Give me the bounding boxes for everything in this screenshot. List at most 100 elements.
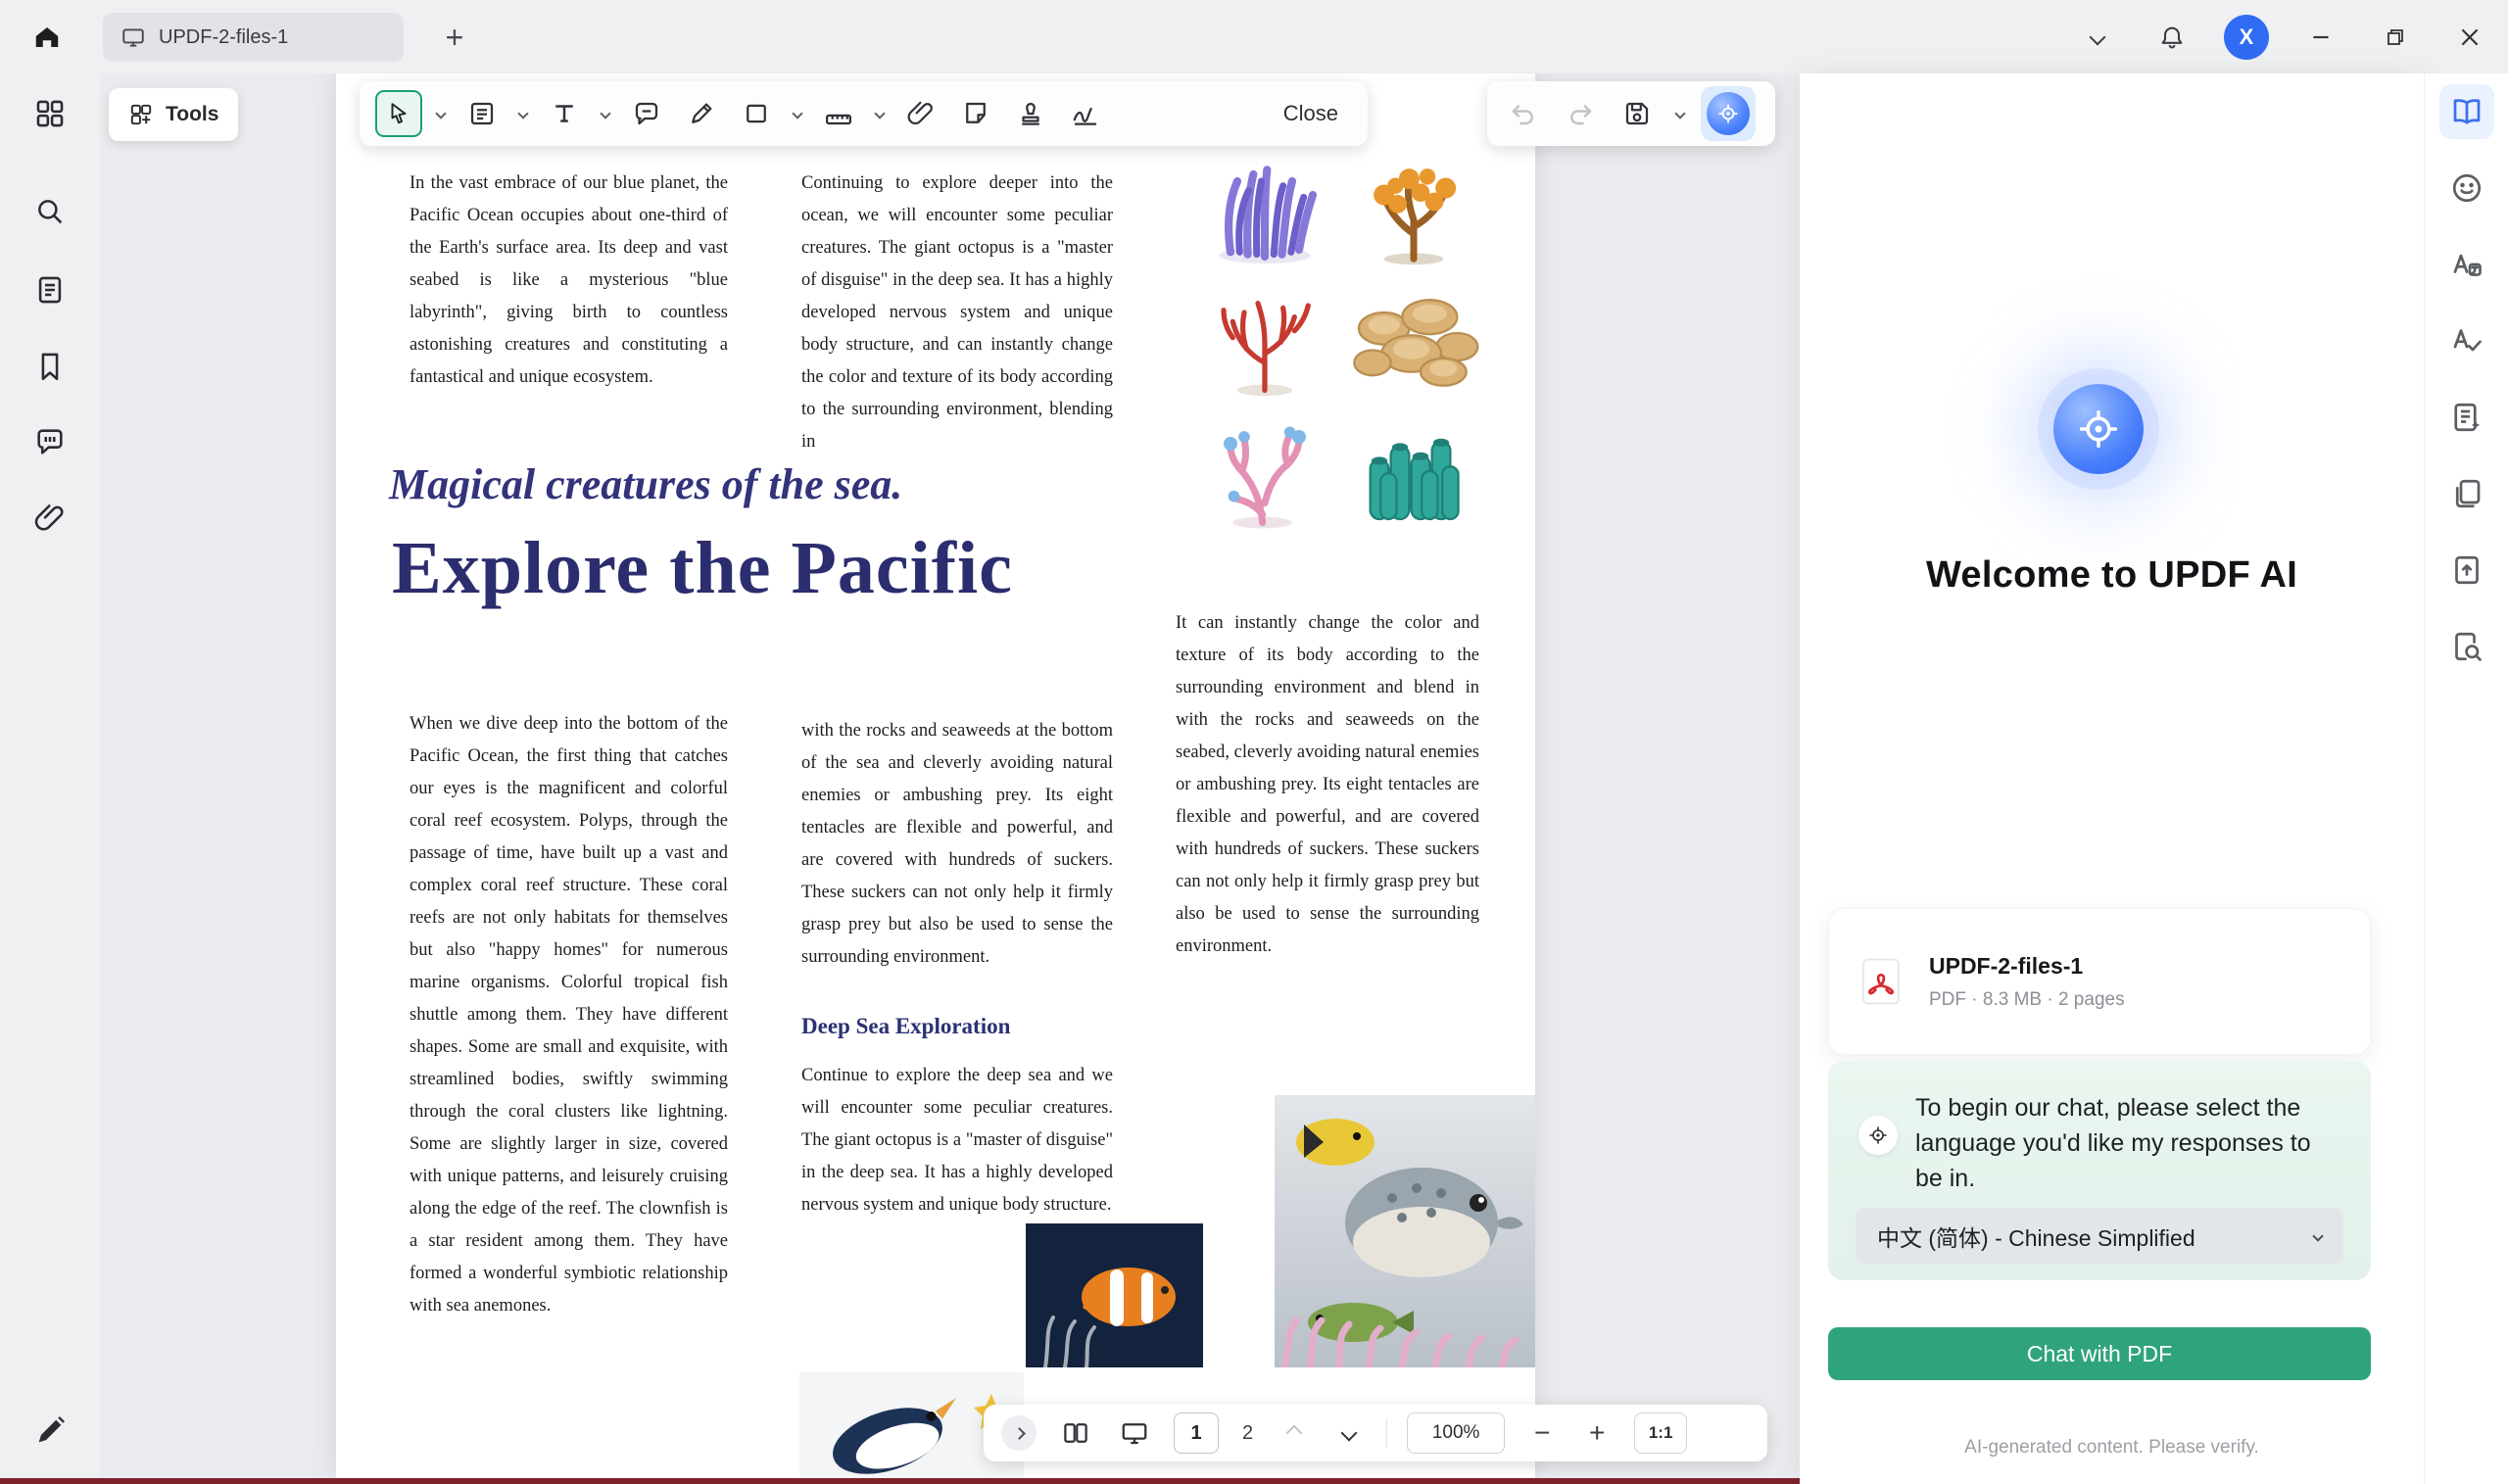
document-viewport[interactable]: In the vast embrace of our blue planet, … [100, 73, 1800, 1484]
save-options-chevron[interactable] [1671, 110, 1689, 118]
zoom-level-input[interactable]: 100% [1407, 1412, 1505, 1454]
text-tool-chevron[interactable] [597, 110, 614, 118]
document-icon [33, 273, 67, 307]
sidebar-item-summarize[interactable] [2439, 390, 2494, 445]
title-bar: UPDF-2-files-1 + X [0, 0, 2508, 73]
page-layout-button[interactable] [1056, 1413, 1095, 1453]
sidebar-item-bookmarks[interactable] [26, 343, 73, 390]
coral-photo-pink-blue [1196, 412, 1333, 530]
text-icon [550, 99, 579, 128]
comment-tool-button[interactable] [624, 91, 669, 136]
history-save-toolbar [1487, 81, 1775, 146]
coral-photo-red-branch [1196, 281, 1333, 399]
coral-photo-teal-tubes [1345, 412, 1482, 530]
actual-size-label: 1:1 [1649, 1423, 1673, 1443]
sidebar-item-reader[interactable] [2439, 84, 2494, 139]
minimize-icon [2308, 24, 2334, 50]
document-search-icon [2449, 629, 2484, 664]
sidebar-item-pen-tool[interactable] [26, 1408, 73, 1455]
file-meta: PDF · 8.3 MB · 2 pages [1929, 989, 2125, 1011]
stamp-tool-button[interactable] [1008, 91, 1053, 136]
measure-tool-chevron[interactable] [871, 110, 889, 118]
restore-window-button[interactable] [2373, 15, 2418, 60]
sidebar-item-attachments[interactable] [26, 495, 73, 542]
save-button[interactable] [1615, 91, 1660, 136]
avatar-letter: X [2240, 24, 2254, 50]
sidebar-item-comments[interactable] [26, 418, 73, 465]
presentation-button[interactable] [1115, 1413, 1154, 1453]
bookmark-icon [33, 350, 67, 383]
sticker-tool-button[interactable] [953, 91, 998, 136]
chat-with-pdf-button[interactable]: Chat with PDF [1828, 1327, 2371, 1380]
previous-page-button[interactable] [1277, 1415, 1312, 1451]
pen-tool-button[interactable] [679, 91, 724, 136]
redo-button[interactable] [1558, 91, 1603, 136]
zoom-out-button[interactable]: − [1524, 1415, 1560, 1451]
headline-italic: Magical creatures of the sea. [389, 459, 902, 509]
expand-pager-button[interactable] [1001, 1415, 1037, 1451]
close-toolbar-button[interactable]: Close [1270, 93, 1352, 134]
sidebar-item-pages[interactable] [26, 266, 73, 313]
tools-button[interactable]: Tools [109, 88, 238, 141]
select-tool-button[interactable] [375, 90, 422, 137]
total-pages-label[interactable]: 2 [1238, 1422, 1257, 1445]
sidebar-item-pages-overview[interactable] [2439, 466, 2494, 521]
sidebar-item-translate[interactable] [2439, 237, 2494, 292]
sidebar-item-search[interactable] [26, 188, 73, 235]
next-page-button[interactable] [1331, 1415, 1367, 1451]
headline-main: Explore the Pacific [392, 526, 1013, 611]
actual-size-button[interactable]: 1:1 [1634, 1412, 1687, 1454]
close-window-button[interactable] [2447, 15, 2492, 60]
text-tool-button[interactable] [542, 91, 587, 136]
smiley-chat-icon [2449, 170, 2484, 206]
stamp-icon [1016, 99, 1045, 128]
signature-tool-button[interactable] [1063, 91, 1108, 136]
current-page-input[interactable]: 1 [1174, 1412, 1219, 1454]
home-button[interactable] [22, 12, 72, 63]
shapes-tool-button[interactable] [734, 91, 779, 136]
file-name: UPDF-2-files-1 [1929, 953, 2125, 980]
chevron-down-icon [435, 108, 446, 119]
sidebar-item-doc-search[interactable] [2439, 619, 2494, 674]
ai-assistant-toggle[interactable] [1701, 86, 1756, 141]
pen-icon [33, 1414, 67, 1448]
new-tab-button[interactable]: + [435, 18, 474, 57]
user-avatar[interactable]: X [2224, 15, 2269, 60]
redo-icon [1566, 99, 1595, 128]
sidebar-item-proofread[interactable] [2439, 313, 2494, 368]
page-two-value: 2 [1242, 1422, 1253, 1444]
current-page-value: 1 [1190, 1422, 1201, 1445]
zoom-value: 100% [1432, 1422, 1480, 1444]
coral-image-grid [1196, 150, 1482, 530]
ai-disclaimer: AI-generated content. Please verify. [1800, 1437, 2424, 1459]
shapes-tool-chevron[interactable] [789, 110, 806, 118]
pdf-page-1[interactable]: In the vast embrace of our blue planet, … [336, 73, 1535, 1478]
sidebar-item-export[interactable] [2439, 543, 2494, 598]
paragraph-intro-left: In the vast embrace of our blue planet, … [410, 168, 728, 394]
file-summary-card[interactable]: UPDF-2-files-1 PDF · 8.3 MB · 2 pages [1828, 908, 2371, 1055]
pager-divider [1386, 1418, 1387, 1448]
coral-photo-purple-anemone [1196, 150, 1333, 267]
bell-icon [2158, 24, 2186, 51]
language-select[interactable]: 中文 (简体) - Chinese Simplified [1856, 1208, 2343, 1264]
select-tool-chevron[interactable] [432, 110, 450, 118]
paragraph-intro-middle: Continuing to explore deeper into the oc… [801, 168, 1113, 458]
page-edit-tool-button[interactable] [459, 91, 505, 136]
collapse-panel-button[interactable] [2075, 15, 2120, 60]
chevron-down-icon [517, 108, 528, 119]
zoom-in-button[interactable]: + [1579, 1415, 1615, 1451]
square-icon [742, 99, 771, 128]
measure-tool-button[interactable] [816, 91, 861, 136]
minimize-button[interactable] [2298, 15, 2343, 60]
page-edit-chevron[interactable] [514, 110, 532, 118]
undo-button[interactable] [1501, 91, 1546, 136]
attach-tool-button[interactable] [898, 91, 943, 136]
sidebar-item-ai-chat[interactable] [2439, 161, 2494, 215]
document-tab[interactable]: UPDF-2-files-1 [103, 13, 404, 62]
coral-photo-orange-tree [1345, 150, 1482, 267]
notifications-button[interactable] [2149, 15, 2194, 60]
monitor-icon [1120, 1418, 1149, 1448]
paragraph-body-middle-2: Continue to explore the deep sea and we … [801, 1060, 1113, 1221]
sidebar-item-apps[interactable] [26, 90, 73, 137]
plus-icon: + [1589, 1417, 1605, 1449]
